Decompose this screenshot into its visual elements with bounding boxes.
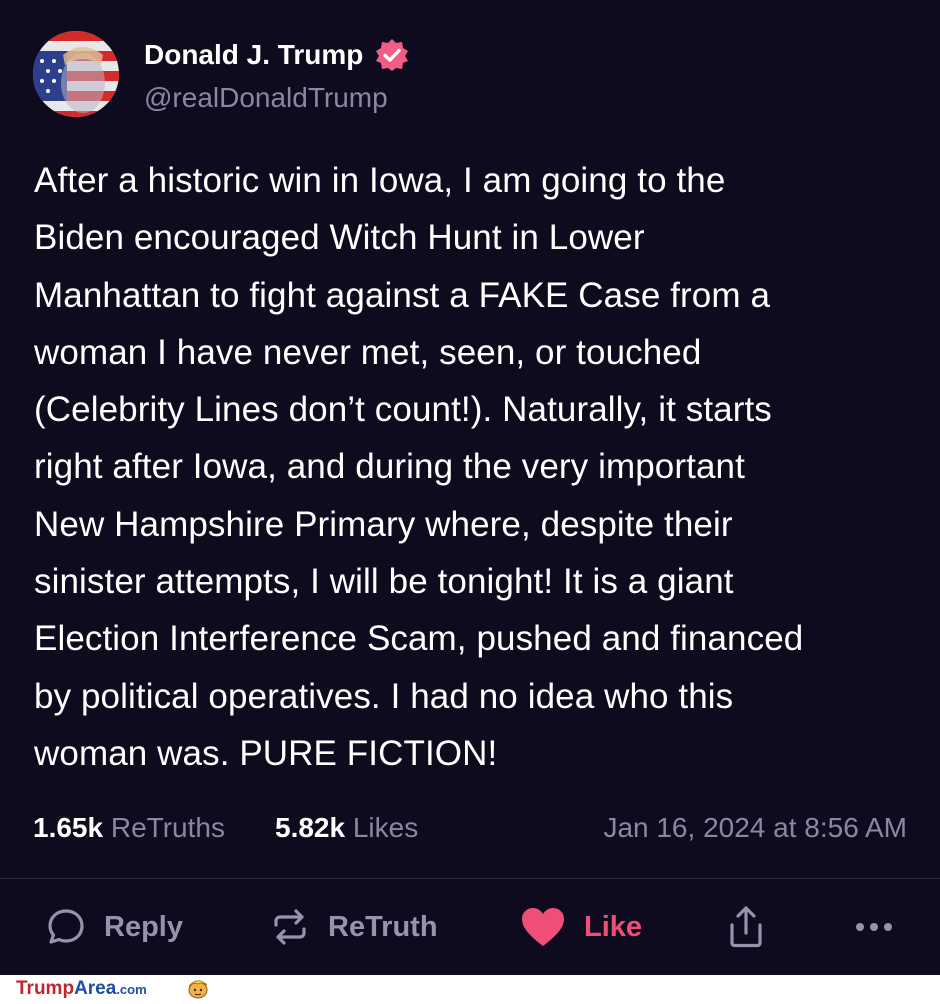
post-card: Donald J. Trump @realDonaldTrump After a…: [0, 0, 940, 975]
watermark-footer: Trump Area .com: [0, 975, 940, 1001]
post-body: After a historic win in Iowa, I am going…: [34, 152, 914, 782]
like-label: Like: [584, 910, 643, 943]
post-line: sinister attempts, I will be tonight! It…: [34, 562, 734, 602]
retruth-button[interactable]: ReTruth: [270, 907, 438, 947]
post-line: New Hampshire Primary where, despite the…: [34, 504, 733, 544]
likes-count: 5.82k: [275, 812, 346, 843]
more-button[interactable]: [854, 907, 894, 947]
reply-label: Reply: [104, 910, 183, 943]
retruths-count: 1.65k: [33, 812, 104, 843]
post-stats: 1.65k ReTruths 5.82k Likes Jan 16, 2024 …: [33, 812, 907, 850]
brand-logo-text[interactable]: Trump Area .com: [16, 978, 147, 1000]
post-line: After a historic win in Iowa, I am going…: [34, 161, 726, 200]
author-handle[interactable]: @realDonaldTrump: [144, 82, 388, 114]
heart-icon: [520, 906, 566, 948]
verified-badge-icon: [375, 38, 409, 72]
post-line: Manhattan to fight against a FAKE Case f…: [34, 275, 771, 315]
author-display-name[interactable]: Donald J. Trump: [144, 39, 363, 71]
brand-mascot-icon: [186, 977, 210, 999]
action-bar: Reply ReTruth Like: [0, 879, 940, 975]
like-button[interactable]: Like: [520, 907, 642, 947]
author-name[interactable]: Donald J. Trump: [144, 38, 409, 72]
post-line: by political operatives. I had no idea w…: [34, 676, 734, 716]
retruths-stat[interactable]: 1.65k ReTruths: [33, 812, 225, 844]
retruths-label: ReTruths: [110, 812, 225, 843]
retruth-icon: [270, 907, 310, 947]
more-icon: [854, 921, 894, 933]
reply-icon: [46, 907, 86, 947]
post-line: (Celebrity Lines don’t count!). Naturall…: [34, 390, 772, 430]
retruth-label: ReTruth: [328, 910, 438, 943]
share-icon: [726, 905, 766, 949]
post-line: Election Interference Scam, pushed and f…: [34, 619, 804, 659]
avatar[interactable]: [33, 31, 119, 117]
likes-stat[interactable]: 5.82k Likes: [275, 812, 418, 844]
post-timestamp[interactable]: Jan 16, 2024 at 8:56 AM: [603, 812, 907, 844]
post-line: woman was. PURE FICTION!: [34, 733, 498, 773]
share-button[interactable]: [726, 905, 766, 949]
post-line: right after Iowa, and during the very im…: [34, 447, 745, 487]
post-line: woman I have never met, seen, or touched: [34, 332, 702, 372]
post-line: Biden encouraged Witch Hunt in Lower: [34, 218, 645, 258]
reply-button[interactable]: Reply: [46, 907, 183, 947]
likes-label: Likes: [352, 812, 419, 843]
